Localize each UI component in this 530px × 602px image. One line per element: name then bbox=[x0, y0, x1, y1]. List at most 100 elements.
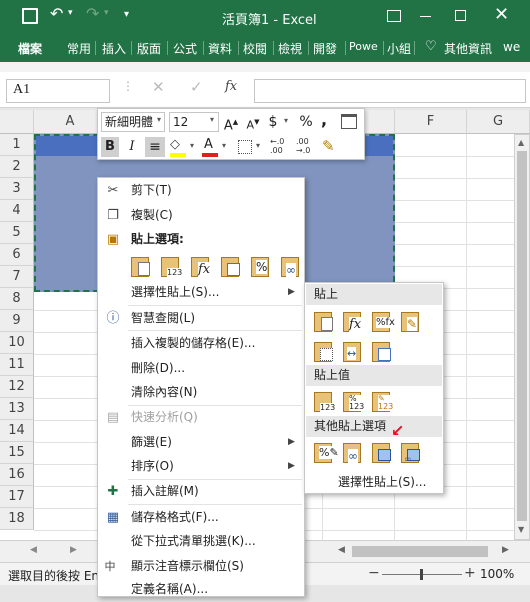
currency-format-icon[interactable]: $ bbox=[266, 112, 280, 132]
menu-item-sort[interactable]: 排序(O) ▶ bbox=[98, 454, 304, 479]
row-header-15[interactable]: 15 bbox=[0, 442, 34, 464]
menu-item-insert-comment[interactable]: ✚ 插入註解(M) bbox=[98, 479, 304, 504]
row-header-6[interactable]: 6 bbox=[0, 244, 34, 266]
sheet-scroll-left-icon[interactable]: ◀ bbox=[30, 545, 37, 555]
row-header-10[interactable]: 10 bbox=[0, 332, 34, 354]
paste-icon[interactable] bbox=[128, 254, 154, 280]
font-dropdown-icon[interactable]: ▾ bbox=[157, 115, 161, 124]
sub-paste-transpose-icon[interactable] bbox=[369, 339, 395, 365]
insert-function-icon[interactable]: fx bbox=[225, 79, 237, 94]
tab-formulas[interactable]: 公式 bbox=[173, 40, 197, 57]
tab-home[interactable]: 常用 bbox=[67, 40, 91, 57]
vertical-scroll-thumb[interactable] bbox=[517, 151, 527, 521]
row-header-4[interactable]: 4 bbox=[0, 200, 34, 222]
row-header-18[interactable]: 18 bbox=[0, 508, 34, 530]
row-header-5[interactable]: 5 bbox=[0, 222, 34, 244]
zoom-slider-thumb[interactable] bbox=[420, 569, 423, 580]
zoom-out-icon[interactable]: − bbox=[368, 565, 380, 581]
menu-item-filter[interactable]: 篩選(E) ▶ bbox=[98, 430, 304, 455]
font-name-box[interactable]: 新細明體 bbox=[101, 112, 165, 132]
tab-team[interactable]: 小組 bbox=[387, 40, 411, 57]
menu-item-delete[interactable]: 刪除(D)... bbox=[98, 356, 304, 381]
minimize-button[interactable] bbox=[420, 16, 431, 17]
font-color-dropdown-icon[interactable]: ▾ bbox=[222, 141, 226, 150]
sub-paste-formulas-numfmt-icon[interactable]: %fx bbox=[369, 309, 395, 335]
maximize-button[interactable] bbox=[455, 10, 466, 21]
row-header-7[interactable]: 7 bbox=[0, 266, 34, 288]
formula-input[interactable] bbox=[254, 79, 526, 103]
tab-power[interactable]: Powe bbox=[349, 40, 378, 53]
format-table-icon[interactable] bbox=[341, 114, 357, 129]
font-size-dropdown-icon[interactable]: ▾ bbox=[210, 115, 214, 124]
menu-item-pick-list[interactable]: 從下拉式清單挑選(K)... bbox=[98, 529, 304, 554]
row-header-9[interactable]: 9 bbox=[0, 310, 34, 332]
sub-paste-formatting-icon[interactable]: %✎ bbox=[311, 440, 339, 466]
fill-color-dropdown-icon[interactable]: ▾ bbox=[190, 141, 194, 150]
menu-item-define-name[interactable]: 定義名稱(A)... bbox=[98, 577, 304, 602]
close-button[interactable]: ✕ bbox=[494, 4, 509, 25]
sub-paste-values-numfmt-icon[interactable]: % 123 bbox=[340, 389, 366, 415]
menu-item-copy[interactable]: ❐ 複製(C) bbox=[98, 203, 304, 228]
decrease-decimal-icon[interactable]: .00 →.0 bbox=[296, 137, 310, 155]
menu-item-cut[interactable]: ✂ 剪下(T) bbox=[98, 178, 304, 203]
comma-style-icon[interactable]: , bbox=[318, 110, 330, 130]
qat-customize-icon[interactable]: ▾ bbox=[124, 9, 129, 20]
sub-paste-picture-icon[interactable] bbox=[369, 440, 395, 466]
row-header-8[interactable]: 8 bbox=[0, 288, 34, 310]
row-header-3[interactable]: 3 bbox=[0, 178, 34, 200]
sub-paste-icon[interactable] bbox=[311, 309, 337, 335]
menu-item-insert-copied[interactable]: 插入複製的儲存格(E)... bbox=[98, 331, 304, 356]
paste-values-icon[interactable]: 123 bbox=[158, 254, 184, 280]
undo-dropdown-icon[interactable]: ▾ bbox=[68, 8, 73, 18]
paste-transpose-icon[interactable] bbox=[218, 254, 244, 280]
row-header-1[interactable]: 1 bbox=[0, 134, 34, 156]
menu-item-phonetic[interactable]: 中 顯示注音標示欄位(S) bbox=[98, 554, 304, 579]
sub-paste-formulas-icon[interactable]: fx bbox=[340, 309, 366, 335]
sheet-scroll-right-icon[interactable]: ▶ bbox=[70, 545, 77, 555]
column-header-g[interactable]: G bbox=[467, 110, 530, 134]
row-header-14[interactable]: 14 bbox=[0, 420, 34, 442]
borders-dropdown-icon[interactable]: ▾ bbox=[256, 141, 260, 150]
row-header-17[interactable]: 17 bbox=[0, 486, 34, 508]
horizontal-scroll-thumb[interactable] bbox=[352, 546, 488, 557]
increase-decimal-icon[interactable]: ←.0.00 bbox=[270, 137, 284, 155]
tab-layout[interactable]: 版面 bbox=[137, 40, 161, 57]
currency-dropdown-icon[interactable]: ▾ bbox=[284, 116, 288, 125]
horizontal-scroll-left-icon[interactable]: ◀ bbox=[338, 545, 345, 555]
tab-insert[interactable]: 插入 bbox=[102, 40, 126, 57]
bold-button[interactable]: B bbox=[101, 137, 119, 157]
font-color-icon[interactable]: A bbox=[204, 137, 218, 152]
zoom-level[interactable]: 100% bbox=[480, 567, 514, 581]
sub-paste-no-borders-icon[interactable] bbox=[311, 339, 337, 365]
save-icon[interactable] bbox=[22, 8, 38, 24]
vertical-scrollbar[interactable]: ▲ ▼ bbox=[514, 134, 530, 540]
scroll-up-icon[interactable]: ▲ bbox=[518, 138, 524, 147]
row-header-11[interactable]: 11 bbox=[0, 354, 34, 376]
row-header-16[interactable]: 16 bbox=[0, 464, 34, 486]
menu-item-smart-lookup[interactable]: ⓘ 智慧查閱(L) bbox=[98, 306, 304, 331]
sub-paste-special-link[interactable]: 選擇性貼上(S)... bbox=[338, 473, 426, 490]
fill-color-icon[interactable]: ◇ bbox=[170, 138, 186, 152]
select-all-corner[interactable] bbox=[0, 110, 34, 134]
zoom-in-icon[interactable]: + bbox=[464, 565, 476, 581]
sub-paste-link-icon[interactable]: ∞ bbox=[340, 440, 366, 466]
borders-icon[interactable] bbox=[238, 140, 252, 154]
column-header-f[interactable]: F bbox=[395, 110, 467, 134]
row-header-2[interactable]: 2 bbox=[0, 156, 34, 178]
account-label[interactable]: we bbox=[503, 40, 520, 54]
sub-paste-values-icon[interactable]: 123 bbox=[311, 389, 337, 415]
sub-paste-column-widths-icon[interactable]: ↔ bbox=[340, 339, 366, 365]
row-header-12[interactable]: 12 bbox=[0, 376, 34, 398]
undo-icon[interactable]: ↶ bbox=[50, 4, 63, 23]
italic-button[interactable]: I bbox=[123, 137, 141, 157]
tab-developer[interactable]: 開發 bbox=[313, 40, 337, 57]
name-box[interactable]: A1 bbox=[6, 79, 110, 103]
sub-paste-values-source-icon[interactable]: ✎ 123 bbox=[369, 389, 395, 415]
menu-item-paste-special[interactable]: 選擇性貼上(S)... ▶ bbox=[98, 280, 304, 305]
menu-item-format-cells[interactable]: ▦ 儲存格格式(F)... bbox=[98, 505, 304, 530]
tab-review[interactable]: 校閱 bbox=[243, 40, 267, 57]
tab-data[interactable]: 資料 bbox=[208, 40, 232, 57]
paste-formulas-icon[interactable]: fx bbox=[188, 254, 214, 280]
row-header-13[interactable]: 13 bbox=[0, 398, 34, 420]
tell-me-box[interactable]: 其他資訊 bbox=[444, 40, 492, 57]
